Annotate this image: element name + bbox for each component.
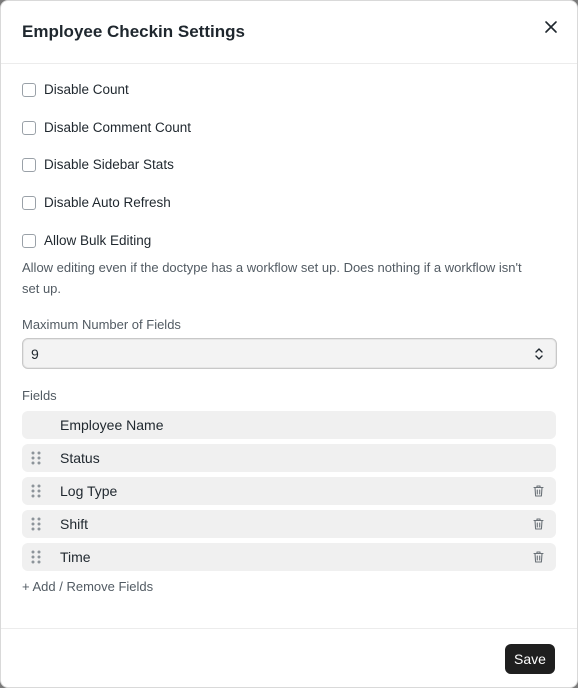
- max-fields-label: Maximum Number of Fields: [22, 317, 181, 332]
- add-remove-fields-link[interactable]: + Add / Remove Fields: [22, 579, 153, 594]
- field-name: Employee Name: [60, 417, 164, 433]
- disable-auto-refresh-checkbox[interactable]: [22, 195, 36, 210]
- disable-count-label: Disable Count: [44, 82, 129, 97]
- field-row: Employee Name: [22, 411, 556, 439]
- field-row[interactable]: Shift: [22, 510, 556, 538]
- field-name: Shift: [60, 516, 89, 532]
- max-fields-select[interactable]: 9: [22, 338, 557, 369]
- chevron-up-down-icon: [535, 348, 543, 360]
- allow-bulk-editing-checkbox[interactable]: [22, 233, 36, 248]
- disable-count-checkbox[interactable]: [22, 82, 36, 97]
- save-button[interactable]: Save: [505, 644, 555, 674]
- drag-handle-icon[interactable]: [31, 517, 41, 531]
- bulk-editing-help-text: Allow editing even if the doctype has a …: [22, 260, 522, 296]
- close-button[interactable]: [539, 15, 563, 39]
- disable-auto-refresh-option[interactable]: Disable Auto Refresh: [22, 195, 171, 210]
- trash-icon[interactable]: [533, 485, 544, 497]
- fields-label: Fields: [22, 388, 57, 403]
- drag-handle-icon[interactable]: [31, 550, 41, 564]
- disable-comment-count-label: Disable Comment Count: [44, 120, 192, 135]
- disable-comment-count-option[interactable]: Disable Comment Count: [22, 120, 191, 135]
- drag-handle-icon[interactable]: [31, 484, 41, 498]
- close-icon: [545, 21, 557, 33]
- disable-sidebar-stats-option[interactable]: Disable Sidebar Stats: [22, 157, 174, 172]
- field-row[interactable]: Time: [22, 543, 556, 571]
- field-name: Time: [60, 549, 91, 565]
- disable-sidebar-stats-checkbox[interactable]: [22, 157, 36, 172]
- trash-icon[interactable]: [533, 551, 544, 563]
- field-row[interactable]: Status: [22, 444, 556, 472]
- allow-bulk-editing-option[interactable]: Allow Bulk Editing: [22, 233, 151, 248]
- dialog-footer: Save: [1, 628, 577, 687]
- dialog-header: Employee Checkin Settings: [1, 1, 577, 64]
- disable-auto-refresh-label: Disable Auto Refresh: [44, 195, 171, 210]
- dialog-body: Disable Count Disable Comment Count Disa…: [1, 64, 577, 628]
- allow-bulk-editing-label: Allow Bulk Editing: [44, 233, 152, 248]
- drag-handle-icon[interactable]: [31, 451, 41, 465]
- disable-count-option[interactable]: Disable Count: [22, 82, 129, 97]
- dialog-title: Employee Checkin Settings: [22, 22, 245, 41]
- trash-icon[interactable]: [533, 518, 544, 530]
- field-row[interactable]: Log Type: [22, 477, 556, 505]
- max-fields-value: 9: [31, 345, 39, 362]
- settings-dialog: Employee Checkin Settings Disable Count …: [0, 0, 578, 688]
- disable-comment-count-checkbox[interactable]: [22, 120, 36, 135]
- disable-sidebar-stats-label: Disable Sidebar Stats: [44, 157, 174, 172]
- field-name: Log Type: [60, 483, 118, 499]
- field-name: Status: [60, 450, 100, 466]
